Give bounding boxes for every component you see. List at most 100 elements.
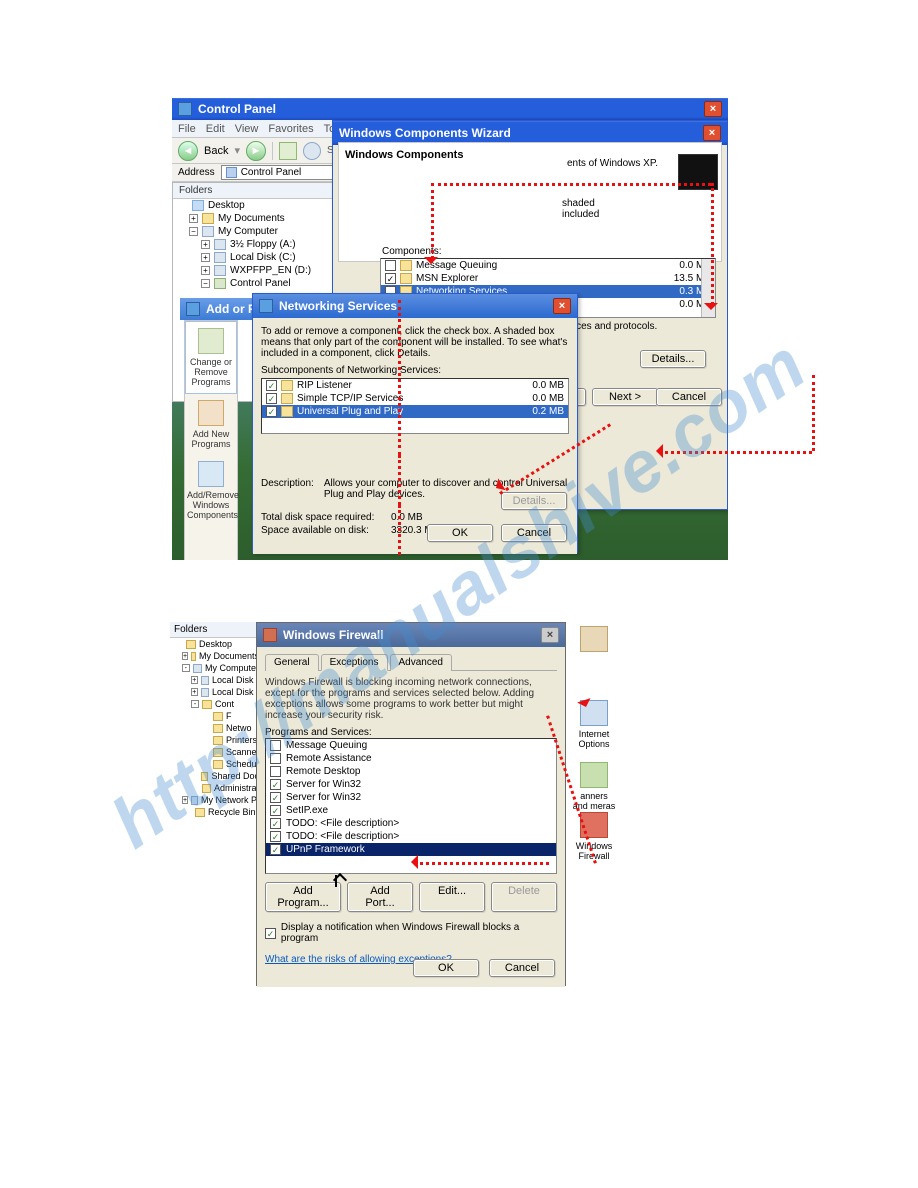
checkbox-icon[interactable] (385, 260, 396, 271)
close-icon[interactable]: × (553, 298, 571, 314)
expand-icon[interactable]: + (182, 796, 188, 804)
wizard-cancel-button[interactable]: Cancel (656, 388, 722, 406)
expand-icon[interactable]: − (189, 227, 198, 236)
cp-icon-generic[interactable] (572, 626, 616, 655)
back-button-icon[interactable]: ◄ (178, 141, 198, 161)
expand-icon[interactable]: + (201, 253, 210, 262)
checkbox-icon[interactable]: ✓ (266, 393, 277, 404)
tab-exceptions[interactable]: Exceptions (321, 654, 388, 671)
checkbox-icon[interactable]: ✓ (266, 406, 277, 417)
program-row[interactable]: ✓Server for Win32 (266, 791, 556, 804)
tree-row[interactable]: -My Computer (170, 662, 259, 674)
close-icon[interactable]: × (541, 627, 559, 643)
expand-icon[interactable]: - (182, 664, 190, 672)
checkbox-icon[interactable]: ✓ (265, 928, 276, 939)
sidebar-add-new[interactable]: Add New Programs (185, 394, 237, 455)
back-label[interactable]: Back (204, 145, 228, 157)
tree-row[interactable]: +My Network Pl (170, 794, 259, 806)
checkbox-icon[interactable] (270, 740, 281, 751)
expand-icon[interactable]: − (201, 279, 210, 288)
checkbox-icon[interactable]: ✓ (270, 779, 281, 790)
expand-icon[interactable]: + (201, 240, 210, 249)
box-icon (198, 328, 224, 354)
tree-row[interactable]: Administrat (170, 782, 259, 794)
expand-icon[interactable]: - (191, 700, 199, 708)
add-program-button[interactable]: Add Program... (265, 882, 341, 912)
checkbox-icon[interactable]: ✓ (270, 818, 281, 829)
checkbox-icon[interactable]: ✓ (270, 792, 281, 803)
cancel-button[interactable]: Cancel (501, 524, 567, 542)
menu-file[interactable]: File (178, 123, 196, 135)
fold-icon (213, 760, 223, 769)
expand-icon[interactable]: + (182, 652, 188, 660)
menu-edit[interactable]: Edit (206, 123, 225, 135)
add-port-button[interactable]: Add Port... (347, 882, 413, 912)
expand-icon[interactable]: + (189, 214, 198, 223)
program-row[interactable]: Remote Desktop (266, 765, 556, 778)
program-row[interactable]: Message Queuing (266, 739, 556, 752)
ok-button[interactable]: OK (427, 524, 493, 542)
program-row[interactable]: ✓Server for Win32 (266, 778, 556, 791)
tree-row[interactable]: Shared Doc (170, 770, 259, 782)
tree-row[interactable]: Netwo (170, 722, 259, 734)
tree-row[interactable]: Scanne (170, 746, 259, 758)
desk-icon (186, 640, 196, 649)
next-button[interactable]: Next > (592, 388, 658, 406)
sidebar-change-remove[interactable]: Change or Remove Programs (185, 321, 237, 394)
expand-icon[interactable]: + (191, 676, 198, 684)
tree-row[interactable]: -Cont (170, 698, 259, 710)
tab-advanced[interactable]: Advanced (390, 654, 452, 671)
program-row[interactable]: ✓SetIP.exe (266, 804, 556, 817)
control-panel-titlebar[interactable]: Control Panel × (172, 98, 728, 120)
tree-row[interactable]: Schedu (170, 758, 259, 770)
program-row[interactable]: ✓TODO: <File description> (266, 830, 556, 843)
menu-favorites[interactable]: Favorites (268, 123, 313, 135)
tree-row[interactable]: Desktop (170, 638, 259, 650)
tree-row[interactable]: F (170, 710, 259, 722)
checkbox-icon[interactable]: ✓ (266, 380, 277, 391)
ns-subcomponents-list[interactable]: ✓RIP Listener0.0 MB✓Simple TCP/IP Servic… (261, 378, 569, 434)
forward-button-icon[interactable]: ► (246, 141, 266, 161)
ns-row[interactable]: ✓Simple TCP/IP Services0.0 MB (262, 392, 568, 405)
checkbox-icon[interactable] (270, 766, 281, 777)
tree-row[interactable]: Recycle Bin (170, 806, 259, 818)
edit-button[interactable]: Edit... (419, 882, 485, 912)
fold-icon (202, 784, 211, 793)
close-icon[interactable]: × (703, 125, 721, 141)
cp-icon-scanners[interactable]: anners and meras (572, 762, 616, 811)
network-icon (259, 299, 273, 313)
checkbox-icon[interactable]: ✓ (270, 844, 281, 855)
tree-row[interactable]: Printers (170, 734, 259, 746)
tree-row[interactable]: +Local Disk ( (170, 674, 259, 686)
fold-icon (195, 808, 205, 817)
cancel-button[interactable]: Cancel (489, 959, 555, 977)
component-row[interactable]: ✓MSN Explorer13.5 MB (381, 272, 715, 285)
expand-icon[interactable]: + (201, 266, 210, 275)
ns-titlebar[interactable]: Networking Services × (253, 294, 577, 318)
tree-row[interactable]: +My Documents (170, 650, 259, 662)
tree-row[interactable]: +Local Disk ( (170, 686, 259, 698)
close-icon[interactable]: × (704, 101, 722, 117)
checkbox-icon[interactable]: ✓ (270, 805, 281, 816)
checkbox-icon[interactable]: ✓ (270, 831, 281, 842)
checkbox-icon[interactable]: ✓ (385, 273, 396, 284)
menu-view[interactable]: View (235, 123, 259, 135)
search-icon[interactable] (303, 142, 321, 160)
ok-button[interactable]: OK (413, 959, 479, 977)
screenshot-region-1: Control Panel × File Edit View Favorites… (172, 98, 728, 560)
notify-checkbox-row[interactable]: ✓ Display a notification when Windows Fi… (265, 922, 557, 944)
sidebar-windows-components[interactable]: Add/Remove Windows Components (185, 455, 237, 526)
fold-icon (213, 712, 223, 721)
programs-list[interactable]: Message QueuingRemote AssistanceRemote D… (265, 738, 557, 874)
details-button[interactable]: Details... (640, 350, 706, 368)
fold-icon (191, 652, 196, 661)
expand-icon[interactable]: + (191, 688, 198, 696)
program-row[interactable]: ✓TODO: <File description> (266, 817, 556, 830)
up-icon[interactable] (279, 142, 297, 160)
tab-general[interactable]: General (265, 654, 319, 671)
firewall-titlebar[interactable]: Windows Firewall × (257, 623, 565, 647)
ns-row[interactable]: ✓Universal Plug and Play0.2 MB (262, 405, 568, 418)
checkbox-icon[interactable] (270, 753, 281, 764)
ns-row[interactable]: ✓RIP Listener0.0 MB (262, 379, 568, 392)
program-row[interactable]: Remote Assistance (266, 752, 556, 765)
